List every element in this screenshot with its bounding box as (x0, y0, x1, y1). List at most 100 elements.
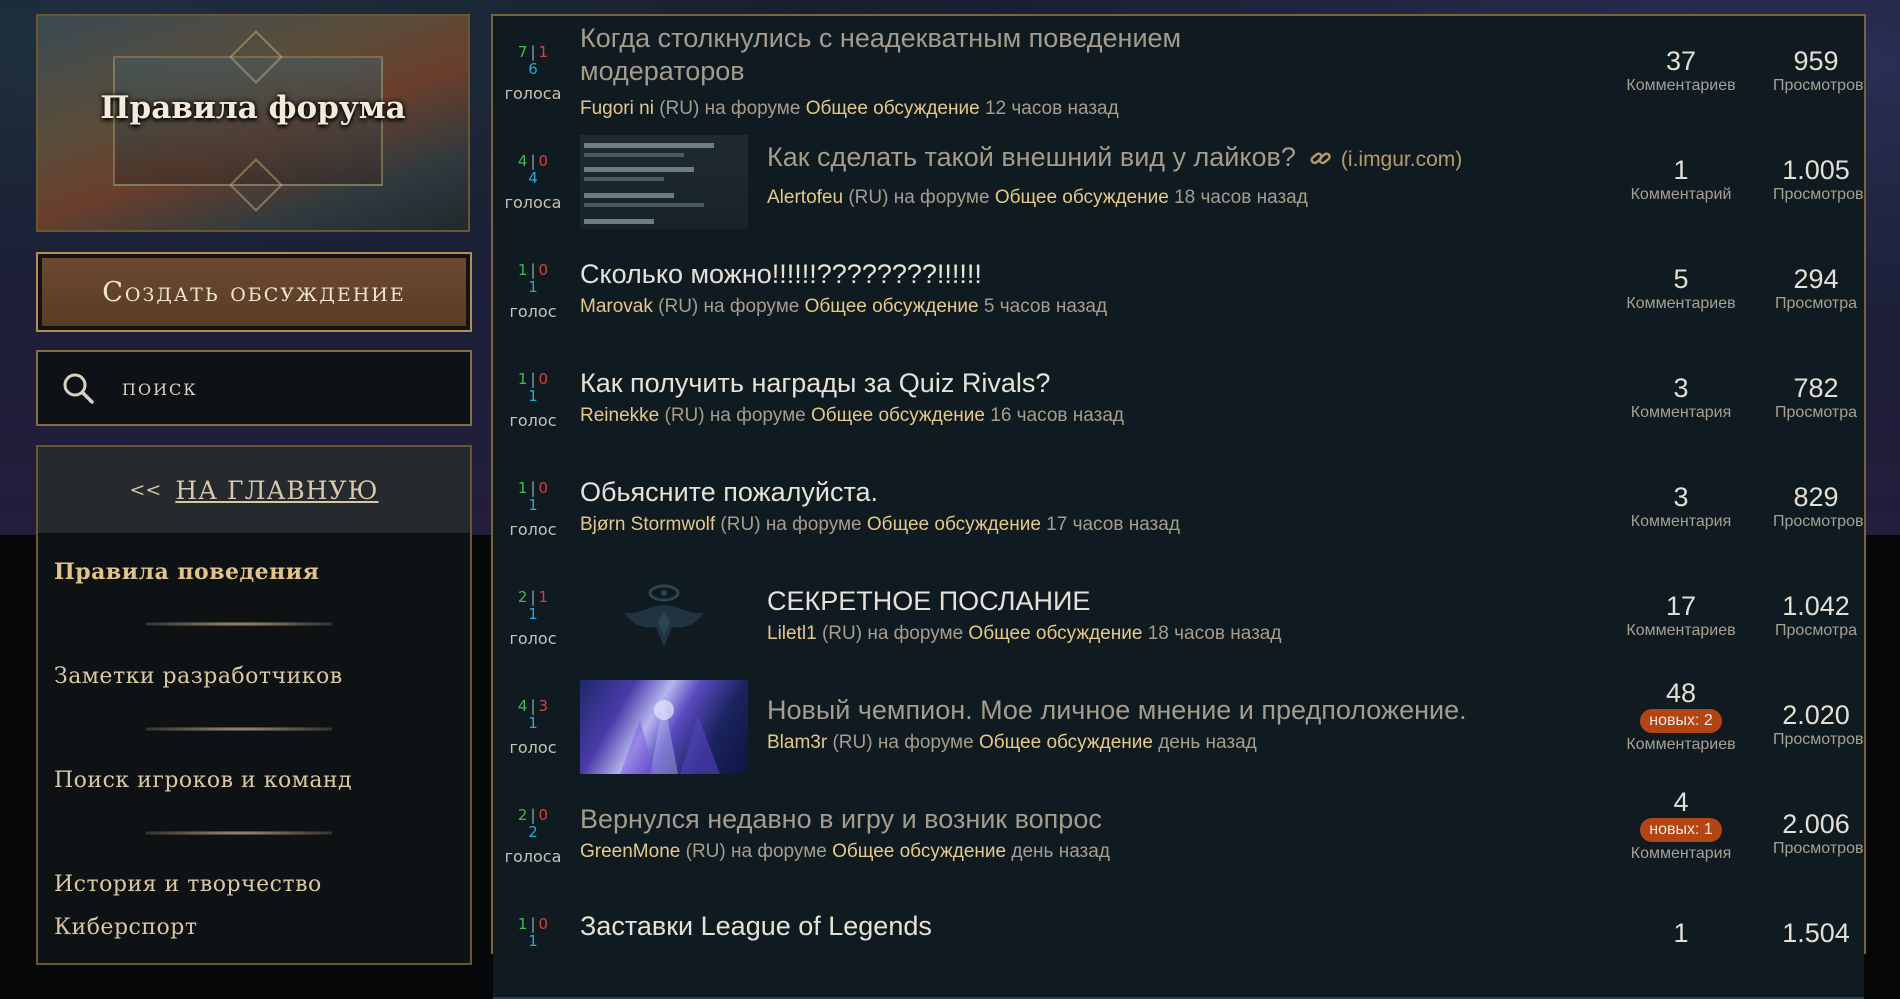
vote-label: голос (509, 411, 557, 430)
comment-count: 3 Комментария (1630, 482, 1732, 530)
author-link[interactable]: Liletl1 (767, 623, 817, 644)
thread-row[interactable]: 2 | 1 1 голос СЕКРЕТНОЕ ПОСЛАНИЕ Liletl1 (… (493, 561, 1864, 672)
home-arrows: << (129, 479, 162, 501)
forum-rules-banner[interactable]: Правила форума (36, 14, 470, 232)
forum-link[interactable]: Общее обсуждение (968, 623, 1142, 644)
vote-label: голоса (504, 84, 562, 103)
thread-row[interactable]: 4 | 3 1 голос Новый чемпион. Мое личное мн… (493, 670, 1864, 781)
vote-box: 7 | 1 6 голоса (493, 16, 573, 125)
view-count: 1.504 (1782, 918, 1850, 948)
search-placeholder: поиск (122, 375, 198, 401)
downvotes[interactable]: 0 (539, 261, 549, 279)
vote-box: 2 | 1 1 голос (493, 561, 573, 670)
new-comments-badge[interactable]: новых: 2 (1640, 709, 1722, 733)
vote-box: 4 | 3 1 голос (493, 670, 573, 779)
thread-thumbnail[interactable] (580, 680, 748, 774)
thread-title[interactable]: Новый чемпион. Мое личное мнение и предп… (767, 694, 1467, 727)
thread-row[interactable]: 1 | 0 1 Заставки League of Legends 1 1.504 (493, 888, 1864, 999)
thread-title[interactable]: Сколько можно!!!!!!????????!!!!!! (580, 258, 982, 291)
vote-total: 1 (528, 278, 538, 296)
thread-title[interactable]: Обьясните пожалуйста. (580, 476, 878, 509)
view-count: 959 Просмотров (1773, 46, 1864, 94)
rules-banner-title: Правила форума (100, 90, 406, 126)
thread-meta: Blam3r (RU) на форуме Общее обсуждение д… (767, 732, 1257, 753)
thread-meta: GreenMone (RU) на форуме Общее обсуждени… (580, 841, 1110, 862)
sidebar-item-esports[interactable]: Киберспорт (54, 915, 198, 940)
thread-thumbnail[interactable] (580, 571, 748, 665)
downvotes[interactable]: 0 (539, 915, 549, 933)
thread-title[interactable]: Заставки League of Legends (580, 910, 932, 943)
view-count: 2.006 Просмотров (1773, 809, 1864, 857)
create-discussion-button[interactable]: Создать обсуждение (36, 252, 472, 332)
vote-total: 4 (528, 169, 538, 187)
champion-art-icon (620, 700, 720, 774)
thread-title[interactable]: Как сделать такой внешний вид у лайков? … (767, 141, 1462, 176)
downvotes[interactable]: 1 (539, 588, 549, 606)
thread-meta: Reinekke (RU) на форуме Общее обсуждение… (580, 405, 1124, 426)
author-link[interactable]: Reinekke (580, 405, 659, 426)
vote-total: 2 (528, 823, 538, 841)
downvotes[interactable]: 0 (539, 370, 549, 388)
forum-link[interactable]: Общее обсуждение (995, 187, 1169, 208)
vote-box: 4 | 0 4 голоса (493, 125, 573, 234)
thread-row[interactable]: 1 | 0 1 голос Сколько можно!!!!!!????????!… (493, 234, 1864, 345)
author-link[interactable]: Marovak (580, 296, 653, 317)
nav-divider (146, 831, 332, 835)
sidebar-item-find-players[interactable]: Поиск игроков и команд (54, 768, 352, 793)
thread-thumbnail[interactable] (580, 135, 748, 229)
forum-link[interactable]: Общее обсуждение (979, 732, 1153, 753)
thread-row[interactable]: 1 | 0 1 голос Обьясните пожалуйста. Bjørn … (493, 452, 1864, 563)
new-comments-badge[interactable]: новых: 1 (1640, 818, 1722, 842)
thread-row[interactable]: 1 | 0 1 голос Как получить награды за Quiz… (493, 343, 1864, 454)
author-link[interactable]: Alertofeu (767, 187, 843, 208)
author-link[interactable]: Bjørn Stormwolf (580, 514, 715, 535)
comment-count: 5 Комментариев (1626, 264, 1736, 312)
vote-box: 1 | 0 1 (493, 888, 573, 997)
vote-label: голос (509, 302, 557, 321)
search-input[interactable]: поиск (36, 350, 472, 426)
thread-title[interactable]: Когда столкнулись с неадекватным поведен… (580, 22, 1181, 88)
home-link[interactable]: НА ГЛАВНУЮ (175, 476, 378, 505)
thread-meta: Marovak (RU) на форуме Общее обсуждение … (580, 296, 1108, 317)
vote-box: 1 | 0 1 голос (493, 234, 573, 343)
thread-title[interactable]: Как получить награды за Quiz Rivals? (580, 367, 1050, 400)
vote-total: 1 (528, 605, 538, 623)
thread-title[interactable]: СЕКРЕТНОЕ ПОСЛАНИЕ (767, 585, 1090, 618)
sidebar-item-lore-art[interactable]: История и творчество (54, 872, 322, 897)
thread-list: 7 | 1 6 голоса Когда столкнулись с неадекв… (491, 14, 1866, 999)
forum-link[interactable]: Общее обсуждение (832, 841, 1006, 862)
downvotes[interactable]: 0 (539, 479, 549, 497)
downvotes[interactable]: 3 (539, 697, 549, 715)
author-link[interactable]: GreenMone (580, 841, 680, 862)
create-discussion-label: Создать обсуждение (42, 258, 466, 326)
sidebar-nav: << НА ГЛАВНУЮ Правила поведения Заметки … (36, 445, 472, 965)
thread-row[interactable]: 2 | 0 2 голоса Вернулся недавно в игру и в… (493, 779, 1864, 890)
comment-count: 1 (1673, 918, 1689, 948)
league-logo-icon (624, 584, 704, 647)
vote-total: 1 (528, 932, 538, 950)
author-link[interactable]: Blam3r (767, 732, 827, 753)
vote-box: 1 | 0 1 голос (493, 343, 573, 452)
vote-label: голос (509, 738, 557, 757)
forum-link[interactable]: Общее обсуждение (806, 98, 980, 119)
thread-row[interactable]: 4 | 0 4 голоса Как сделать такой внешний в… (493, 125, 1864, 236)
thread-row[interactable]: 7 | 1 6 голоса Когда столкнулись с неадекв… (493, 16, 1864, 127)
vote-total: 1 (528, 714, 538, 732)
downvotes[interactable]: 1 (539, 43, 549, 61)
view-count: 294 Просмотра (1775, 264, 1857, 312)
downvotes[interactable]: 0 (539, 152, 549, 170)
downvotes[interactable]: 0 (539, 806, 549, 824)
sidebar-item-conduct-rules[interactable]: Правила поведения (54, 559, 319, 585)
thread-title[interactable]: Вернулся недавно в игру и возник вопрос (580, 803, 1102, 836)
sidebar-item-dev-notes[interactable]: Заметки разработчиков (54, 664, 343, 689)
link-host[interactable]: (i.imgur.com) (1341, 148, 1462, 171)
comment-count: 17 Комментариев (1626, 591, 1736, 639)
author-link[interactable]: Fugori ni (580, 98, 654, 119)
view-count: 1.005 Просмотров (1773, 155, 1864, 203)
vote-box: 1 | 0 1 голос (493, 452, 573, 561)
vote-total: 1 (528, 496, 538, 514)
forum-link[interactable]: Общее обсуждение (867, 514, 1041, 535)
forum-link[interactable]: Общее обсуждение (811, 405, 985, 426)
comment-count: 3 Комментария (1630, 373, 1732, 421)
forum-link[interactable]: Общее обсуждение (805, 296, 979, 317)
